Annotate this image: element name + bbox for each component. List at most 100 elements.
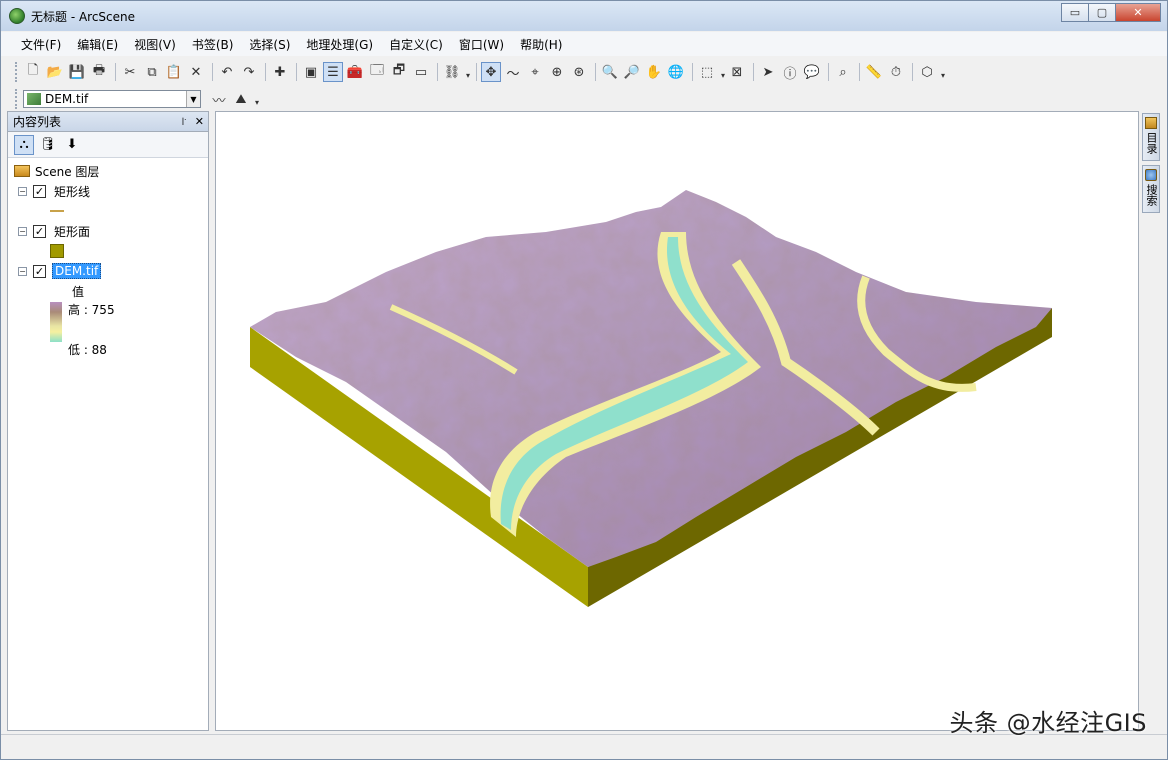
- html-popup-icon[interactable]: 💬: [802, 62, 822, 82]
- menu-selection[interactable]: 选择(S): [241, 34, 298, 55]
- pan-hand-icon[interactable]: ✋: [644, 62, 664, 82]
- arctoolbox-icon[interactable]: 🧰: [345, 62, 365, 82]
- menu-windows[interactable]: 窗口(W): [451, 34, 512, 55]
- menu-file[interactable]: 文件(F): [13, 34, 69, 55]
- collapse-icon[interactable]: −: [18, 226, 27, 236]
- toolbar-grip[interactable]: [15, 62, 19, 82]
- table-of-contents-icon[interactable]: ☰: [323, 62, 343, 82]
- toolbar-separator: [476, 63, 477, 81]
- toolbar-separator: [437, 63, 438, 81]
- window-title: 无标题 - ArcScene: [31, 9, 136, 24]
- 3d-analyst-icon[interactable]: ⬡: [917, 62, 937, 82]
- layer-row-rect-polygon[interactable]: − ✓ 矩形面: [18, 222, 92, 240]
- toolbar-separator: [753, 63, 754, 81]
- pin-icon[interactable]: ꜎: [181, 115, 186, 128]
- layer-name[interactable]: 矩形面: [52, 223, 92, 240]
- list-by-source-icon[interactable]: 🛢: [38, 135, 58, 155]
- model-builder-icon[interactable]: ⛓: [442, 62, 462, 82]
- open-folder-icon[interactable]: 📂: [45, 62, 65, 82]
- collapse-icon[interactable]: −: [18, 266, 27, 276]
- add-data-icon[interactable]: ✚: [270, 62, 290, 82]
- catalog-icon: [1145, 117, 1157, 129]
- list-by-visibility-icon[interactable]: ⬇: [62, 135, 82, 155]
- select-features-icon[interactable]: ⬚: [697, 62, 717, 82]
- toc-tree: Scene 图层 − ✓ 矩形线 − ✓ 矩形面 − ✓ DEM.tif 值 高…: [8, 158, 208, 357]
- menu-bookmarks[interactable]: 书签(B): [184, 34, 242, 55]
- cut-icon[interactable]: ✂: [120, 62, 140, 82]
- select-dropdown-icon[interactable]: ▾: [719, 64, 727, 80]
- layer-row-dem[interactable]: − ✓ DEM.tif: [18, 262, 102, 280]
- layer-visibility-checkbox[interactable]: ✓: [33, 184, 46, 198]
- print-icon[interactable]: 🖶: [89, 62, 109, 82]
- contour-icon[interactable]: 〰: [209, 89, 229, 109]
- search-window-icon[interactable]: 🗗: [389, 62, 409, 82]
- minimize-button[interactable]: ▭: [1061, 3, 1089, 22]
- toolbar-grip[interactable]: [15, 89, 19, 109]
- dem-3d-scene[interactable]: [216, 112, 1139, 731]
- menu-help[interactable]: 帮助(H): [512, 34, 570, 55]
- toolbar-separator: [828, 63, 829, 81]
- layer-visibility-checkbox[interactable]: ✓: [33, 224, 46, 238]
- toolbar-separator: [912, 63, 913, 81]
- layer-name[interactable]: 矩形线: [52, 183, 92, 200]
- copy-icon[interactable]: ⧉: [142, 62, 162, 82]
- search-icon: [1145, 169, 1157, 181]
- layer-name[interactable]: DEM.tif: [52, 263, 102, 279]
- menu-geoprocessing[interactable]: 地理处理(G): [298, 34, 381, 55]
- menu-customize[interactable]: 自定义(C): [381, 34, 451, 55]
- list-by-drawing-order-icon[interactable]: ⛬: [14, 134, 34, 155]
- watermark: 头条 @水经注GIS: [949, 709, 1147, 737]
- toolbar-separator: [296, 63, 297, 81]
- zoom-out-icon[interactable]: 🔎: [622, 62, 642, 82]
- python-window-icon[interactable]: ▭: [411, 62, 431, 82]
- redo-icon[interactable]: ↷: [239, 62, 259, 82]
- zoom-in-icon[interactable]: 🔍: [600, 62, 620, 82]
- clear-selection-icon[interactable]: ⊠: [727, 62, 747, 82]
- 3d-effects-toolbar: DEM.tif ▼ 〰 ⛰ ▾: [1, 85, 1167, 113]
- measure-icon[interactable]: 📏: [864, 62, 884, 82]
- center-on-target-icon[interactable]: ⌖: [525, 62, 545, 82]
- line-symbol[interactable]: [50, 210, 64, 212]
- paste-icon[interactable]: 📋: [164, 62, 184, 82]
- layer-row-rect-line[interactable]: − ✓ 矩形线: [18, 182, 92, 200]
- layer-dropdown[interactable]: DEM.tif ▼: [23, 90, 201, 108]
- toolbar-overflow-icon[interactable]: ▾: [464, 64, 472, 80]
- catalog-tab-label: 目录: [1145, 132, 1158, 154]
- toolbar-separator: [212, 63, 213, 81]
- new-document-icon[interactable]: 🗋: [23, 62, 43, 82]
- polygon-symbol[interactable]: [50, 244, 64, 258]
- search-side-tab[interactable]: 搜索: [1142, 165, 1160, 213]
- close-button[interactable]: ✕: [1115, 3, 1161, 22]
- set-observer-icon[interactable]: ⊛: [569, 62, 589, 82]
- select-elements-arrow-icon[interactable]: ➤: [758, 62, 778, 82]
- arcscene-globe-icon: [9, 8, 25, 24]
- maximize-button[interactable]: ▢: [1088, 3, 1116, 22]
- zoom-to-target-icon[interactable]: ⊕: [547, 62, 567, 82]
- undo-icon[interactable]: ↶: [217, 62, 237, 82]
- scene-view[interactable]: [215, 111, 1139, 731]
- window-controls: ▭ ▢ ✕: [1061, 3, 1161, 22]
- menu-view[interactable]: 视图(V): [126, 34, 184, 55]
- close-icon[interactable]: ✕: [195, 115, 204, 128]
- interpolate-line-icon[interactable]: ⛰: [231, 89, 251, 109]
- toolbar-overflow-icon[interactable]: ▾: [939, 64, 947, 80]
- time-slider-icon[interactable]: ⏱: [886, 62, 906, 82]
- collapse-icon[interactable]: −: [18, 186, 27, 196]
- menu-edit[interactable]: 编辑(E): [69, 34, 126, 55]
- dem-legend-value-label: 值: [72, 284, 85, 299]
- identify-icon[interactable]: ⓘ: [780, 62, 800, 82]
- scene-properties-icon[interactable]: ▣: [301, 62, 321, 82]
- catalog-side-tab[interactable]: 目录: [1142, 113, 1160, 161]
- navigate-icon[interactable]: ✥: [481, 62, 501, 82]
- toolbar-overflow-icon[interactable]: ▾: [253, 91, 261, 107]
- save-icon[interactable]: 💾: [67, 62, 87, 82]
- full-extent-globe-icon[interactable]: 🌐: [666, 62, 686, 82]
- scene-layers-root[interactable]: Scene 图层: [14, 162, 99, 180]
- find-binoculars-icon[interactable]: ⌕: [833, 62, 853, 82]
- color-ramp-symbol[interactable]: [50, 302, 62, 342]
- chevron-down-icon[interactable]: ▼: [186, 91, 200, 107]
- layer-visibility-checkbox[interactable]: ✓: [33, 264, 46, 278]
- fly-icon[interactable]: 〜: [503, 62, 523, 82]
- delete-icon[interactable]: ✕: [186, 62, 206, 82]
- catalog-window-icon[interactable]: 🗔: [367, 62, 387, 82]
